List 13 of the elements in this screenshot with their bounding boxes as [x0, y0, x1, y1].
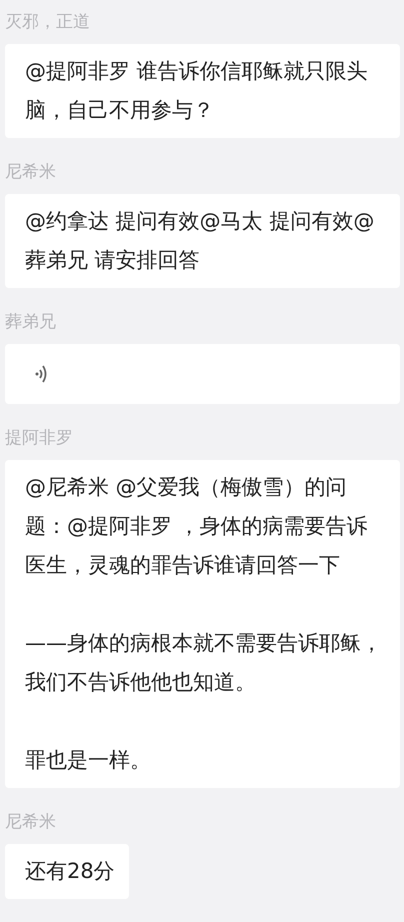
sender-name: 葬弟兄 [5, 311, 57, 334]
sender-name: 灭邪，正道 [5, 11, 91, 34]
message-text: ——身体的病根本就不需要告诉耶稣，我们不告诉他他也知道。 [25, 630, 383, 696]
sender-name: 提阿非罗 [5, 427, 74, 450]
message-text: 还有28分 [25, 858, 115, 885]
message-text: @提阿非罗 谁告诉你信耶稣就只限头脑，自己不用参与？ [25, 58, 369, 124]
message-text: @尼希米 @父爱我（梅傲雪）的问题：@提阿非罗 ，身体的病需要告诉医生，灵魂的罪告诉谁请回答一下 [25, 474, 369, 579]
sender-name: 尼希米 [5, 811, 57, 834]
message-text: 罪也是一样。 [25, 747, 152, 774]
message-text: @约拿达 提问有效@马太 提问有效@葬弟兄 请安排回答 [25, 208, 376, 274]
sender-name: 尼希米 [5, 161, 57, 184]
voice-message[interactable] [5, 344, 400, 404]
voice-icon [35, 364, 47, 384]
